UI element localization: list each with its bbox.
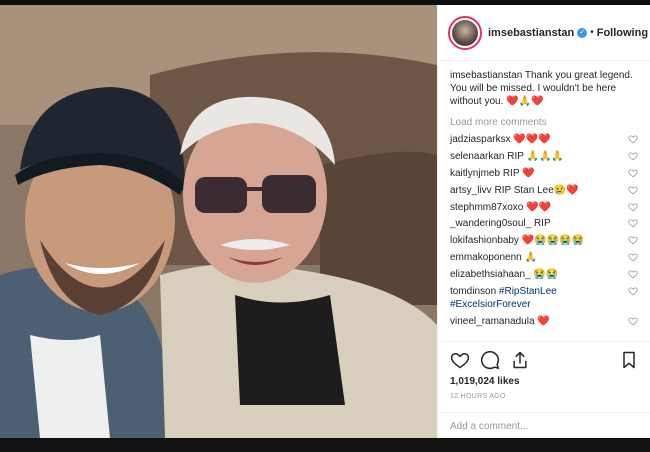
comment-username[interactable]: selenaarkan [450,151,504,162]
post-caption: imsebastianstan Thank you great legend. … [450,69,640,108]
comment-like-heart-icon[interactable] [628,235,638,245]
comment-row: vineel_ramanadula ❤️ [450,315,640,328]
comment-text: RIP [533,218,551,230]
comment-username[interactable]: _wandering0soul_ [450,218,531,229]
share-icon[interactable] [510,350,530,370]
comment-like-heart-icon[interactable] [628,316,638,326]
bottom-border [0,438,650,452]
post-actions: 1,019,024 likes 12 HOURS AGO Add a comme… [438,341,650,438]
load-more-comments-link[interactable]: Load more comments [450,117,640,128]
comment-row: artsy_livv RIP Stan Lee😢❤️ [450,184,640,197]
instagram-post-window: imsebastianstan ✓ • Following imsebastia… [0,0,650,452]
avatar[interactable] [448,15,482,50]
comment-text: ❤️😭😭😭😭 [521,235,584,247]
comment-username[interactable]: elizabethsiahaan_ [450,269,531,280]
comment-text: RIP ❤️ [502,167,535,179]
header-username[interactable]: imsebastianstan [488,27,574,39]
comment-username[interactable]: lokifashionbaby [450,235,519,246]
comment-username[interactable]: emmakoponenn [450,252,522,263]
comment-row: elizabethsiahaan_ 😭😭 [450,268,640,281]
comment-like-heart-icon[interactable] [628,252,638,262]
comment-row: stephmm87xoxo ❤️❤️ [450,201,640,214]
post-timestamp[interactable]: 12 HOURS AGO [450,393,639,400]
save-bookmark-icon[interactable] [619,350,639,370]
comment-row: _wandering0soul_ RIP [450,217,640,230]
comment-like-heart-icon[interactable] [628,134,638,144]
comment-text: RIP 🙏🙏🙏 [507,150,564,162]
comment-username[interactable]: kaitlynjmeb [450,168,500,179]
comment-text: ❤️❤️ [526,201,552,213]
comment-bubble-icon[interactable] [480,350,500,370]
comments-list: imsebastianstan Thank you great legend. … [438,61,650,335]
likes-count[interactable]: 1,019,024 likes [450,376,639,387]
comment-row: emmakoponenn 🙏 [450,251,640,264]
following-button[interactable]: Following [597,27,648,39]
comment-text: RIP Stan Lee😢❤️ [494,184,579,196]
comment-row: lokifashionbaby ❤️😭😭😭😭 [450,234,640,247]
separator-dot: • [590,27,594,38]
comment-username[interactable]: artsy_livv [450,185,492,196]
caption-username[interactable]: imsebastianstan [450,70,522,81]
comment-like-heart-icon[interactable] [628,202,638,212]
post-photo[interactable] [0,5,437,438]
comment-username[interactable]: jadziasparksx [450,134,511,145]
verified-badge-icon: ✓ [577,27,588,38]
comment-like-heart-icon[interactable] [628,151,638,161]
action-icons [450,346,639,374]
add-comment-input[interactable]: Add a comment... [438,412,650,439]
comment-row: tomdinson #RipStanLee #ExcelsiorForever [450,285,640,311]
comment-row: jadziasparksx ❤️❤️❤️ [450,133,640,146]
comment-username[interactable]: tomdinson [450,286,496,297]
comment-like-heart-icon[interactable] [628,168,638,178]
comment-like-heart-icon[interactable] [628,269,638,279]
comment-like-heart-icon[interactable] [628,218,638,228]
comment-row: selenaarkan RIP 🙏🙏🙏 [450,150,640,163]
comment-like-heart-icon[interactable] [628,286,638,296]
post-side-panel: imsebastianstan ✓ • Following imsebastia… [437,5,650,438]
like-heart-icon[interactable] [450,350,470,370]
comment-text: ❤️❤️❤️ [513,134,551,145]
comment-row: kaitlynjmeb RIP ❤️ [450,167,640,180]
post-header: imsebastianstan ✓ • Following [438,5,650,61]
comment-username[interactable]: stephmm87xoxo [450,202,523,213]
comment-text: 😭😭 [533,269,559,281]
comment-text: 🙏 [524,252,537,264]
comment-username[interactable]: vineel_ramanadula [450,316,535,327]
comment-like-heart-icon[interactable] [628,185,638,195]
comment-text: ❤️ [537,315,550,327]
